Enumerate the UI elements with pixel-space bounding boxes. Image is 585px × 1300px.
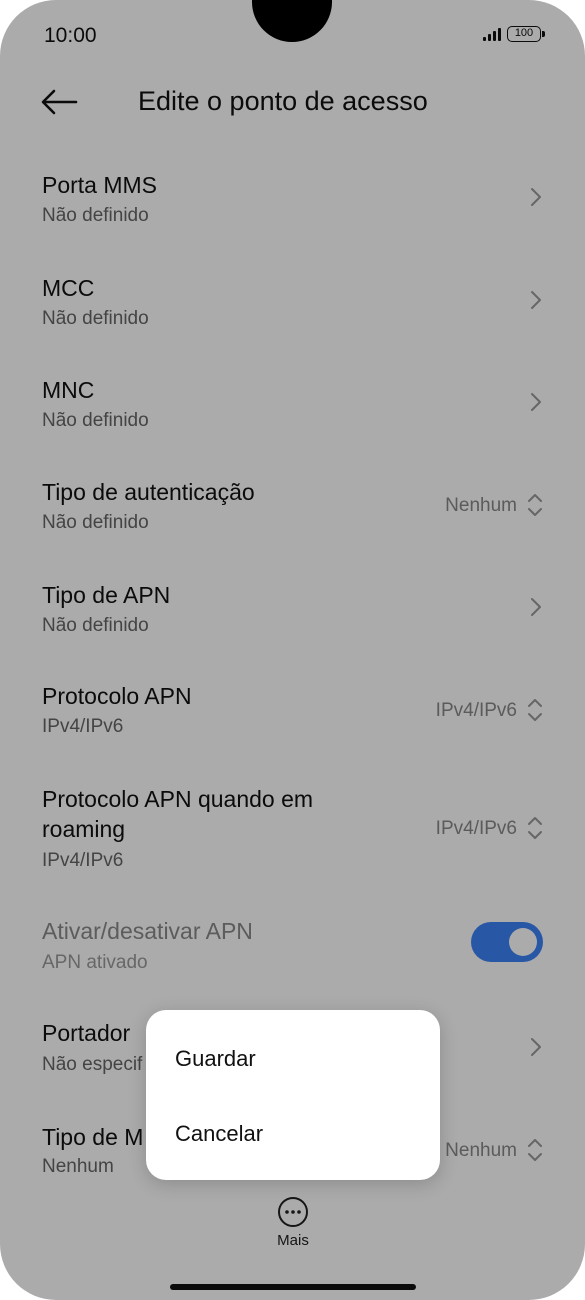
phone-screen: 10:00 100 Edite o ponto de acesso Porta … — [0, 0, 585, 1300]
menu-item-guardar[interactable]: Guardar — [146, 1024, 440, 1094]
popup-menu: Guardar Cancelar — [146, 1010, 440, 1180]
menu-item-cancelar[interactable]: Cancelar — [146, 1099, 440, 1169]
menu-item-label: Cancelar — [175, 1121, 264, 1146]
menu-item-label: Guardar — [175, 1046, 256, 1071]
